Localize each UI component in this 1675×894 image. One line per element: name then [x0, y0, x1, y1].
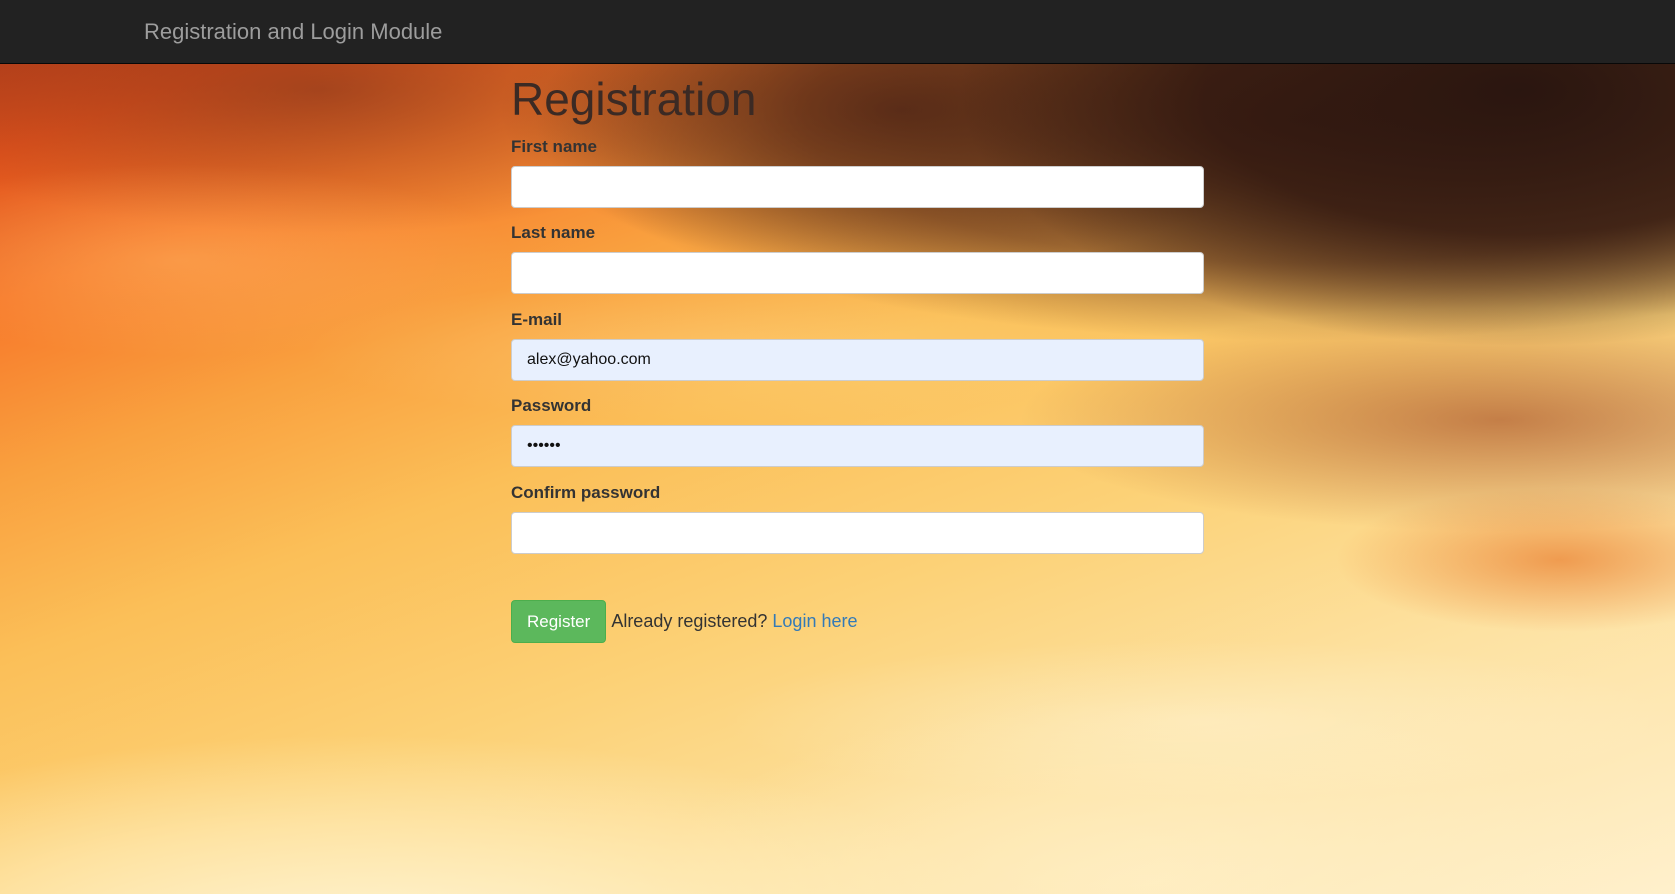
last-name-input[interactable]	[511, 252, 1204, 294]
form-actions: Register Already registered? Login here	[511, 600, 857, 643]
already-registered-text: Already registered?	[611, 611, 768, 631]
password-group: Password	[511, 395, 1204, 467]
top-navbar: Registration and Login Module	[0, 0, 1675, 64]
email-input[interactable]	[511, 339, 1204, 381]
navbar-brand[interactable]: Registration and Login Module	[144, 18, 442, 46]
register-button[interactable]: Register	[511, 600, 607, 643]
first-name-group: First name	[511, 136, 1204, 208]
password-input[interactable]	[511, 425, 1204, 467]
confirm-password-label: Confirm password	[511, 483, 661, 502]
login-here-link[interactable]: Login here	[772, 611, 857, 632]
last-name-group: Last name	[511, 222, 1204, 294]
registration-form: Registration First name Last name E-mail…	[511, 68, 1204, 643]
email-label: E-mail	[511, 310, 563, 329]
confirm-password-group: Confirm password	[511, 482, 1204, 554]
email-group: E-mail	[511, 309, 1204, 381]
confirm-password-input[interactable]	[511, 512, 1204, 554]
page-title: Registration	[511, 73, 757, 125]
first-name-label: First name	[511, 137, 597, 156]
first-name-input[interactable]	[511, 166, 1204, 208]
last-name-label: Last name	[511, 223, 596, 242]
password-label: Password	[511, 396, 592, 415]
